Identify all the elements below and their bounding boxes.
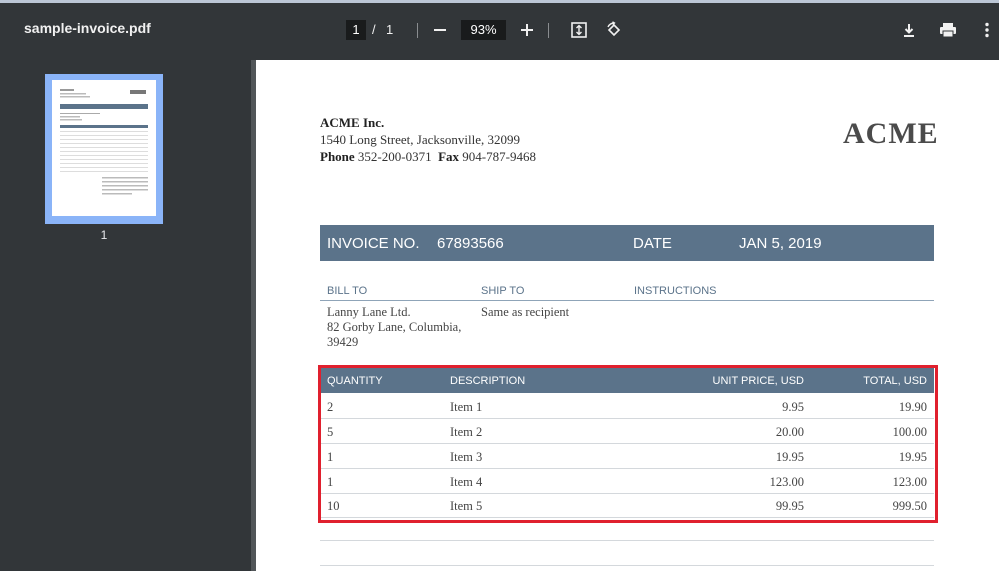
page-separator: / <box>372 22 376 37</box>
fit-page-icon <box>571 22 587 38</box>
cell-total: 19.90 <box>898 400 927 414</box>
document-title: sample-invoice.pdf <box>24 20 151 36</box>
zoom-in-button[interactable] <box>515 18 539 42</box>
minus-icon <box>434 29 446 31</box>
invoice-no-value: 67893566 <box>437 235 504 252</box>
company-logo: ACME <box>843 117 939 150</box>
cell-quantity: 1 <box>327 475 334 489</box>
fax-label: Fax <box>438 149 460 164</box>
cell-quantity: 5 <box>327 425 334 439</box>
table-divider <box>320 565 934 566</box>
toolbar-divider <box>417 23 418 38</box>
print-icon <box>940 23 956 38</box>
page-thumbnail[interactable] <box>52 80 156 216</box>
bill-to-heading: BILL TO <box>327 285 368 297</box>
table-row: 1 Item 4 123.00 123.00 <box>320 469 934 494</box>
table-divider <box>320 540 934 541</box>
zoom-level-input[interactable]: 93% <box>461 20 506 40</box>
phone-value: 352-200-0371 <box>357 149 432 164</box>
cell-unit-price: 99.95 <box>775 499 804 513</box>
fit-to-page-button[interactable] <box>567 18 591 42</box>
phone-label: Phone <box>320 149 355 164</box>
cell-description: Item 5 <box>450 499 483 513</box>
table-header-row: QUANTITY DESCRIPTION UNIT PRICE, USD TOT… <box>320 367 934 393</box>
cell-description: Item 2 <box>450 425 483 439</box>
more-vertical-icon <box>985 22 989 38</box>
table-row: 1 Item 3 19.95 19.95 <box>320 444 934 469</box>
fax-value: 904-787-9468 <box>462 149 536 164</box>
line-items-table: QUANTITY DESCRIPTION UNIT PRICE, USD TOT… <box>320 367 934 519</box>
zoom-out-button[interactable] <box>428 18 452 42</box>
column-header-unit-price: UNIT PRICE, USD <box>712 375 804 387</box>
download-icon <box>904 24 914 37</box>
toolbar-divider <box>548 23 549 38</box>
bill-to-line: Lanny Lane Ltd. <box>327 305 411 319</box>
cell-unit-price: 123.00 <box>769 475 804 489</box>
invoice-header-band: INVOICE NO. 67893566 DATE JAN 5, 2019 <box>320 225 934 261</box>
date-value: JAN 5, 2019 <box>739 235 822 252</box>
invoice-no-label: INVOICE NO. <box>327 235 420 252</box>
column-header-total: TOTAL, USD <box>863 375 927 387</box>
column-header-quantity: QUANTITY <box>327 375 383 387</box>
company-block: ACME Inc. 1540 Long Street, Jacksonville… <box>320 114 536 165</box>
cell-quantity: 2 <box>327 400 334 414</box>
ship-to-address: Same as recipient <box>481 305 570 319</box>
pdf-toolbar: sample-invoice.pdf 1 / 1 93% <box>0 3 999 60</box>
plus-icon <box>521 24 533 36</box>
address-divider <box>320 300 934 301</box>
more-options-button[interactable] <box>975 18 999 42</box>
cell-unit-price: 9.95 <box>782 400 804 414</box>
cell-description: Item 4 <box>450 475 483 489</box>
bill-to-line: 82 Gorby Lane, Columbia, <box>327 320 462 334</box>
thumbnail-page-number: 1 <box>100 228 108 242</box>
cell-quantity: 10 <box>327 499 340 513</box>
company-name: ACME Inc. <box>320 115 385 130</box>
cell-unit-price: 19.95 <box>775 450 804 464</box>
table-row: 2 Item 1 9.95 19.90 <box>320 394 934 419</box>
company-address: 1540 Long Street, Jacksonville, 32099 <box>320 132 521 147</box>
cell-description: Item 1 <box>450 400 483 414</box>
ship-to-heading: SHIP TO <box>481 285 525 297</box>
table-row: 5 Item 2 20.00 100.00 <box>320 419 934 444</box>
cell-total: 123.00 <box>892 475 927 489</box>
table-row: 10 Item 5 99.95 999.50 <box>320 493 934 518</box>
cell-total: 100.00 <box>892 425 927 439</box>
thumbnail-preview-icon <box>60 89 148 195</box>
bill-to-address: Lanny Lane Ltd. 82 Gorby Lane, Columbia,… <box>327 305 461 350</box>
instructions-heading: INSTRUCTIONS <box>634 285 717 297</box>
cell-quantity: 1 <box>327 450 334 464</box>
download-button[interactable] <box>897 18 921 42</box>
cell-unit-price: 20.00 <box>775 425 804 439</box>
column-header-description: DESCRIPTION <box>450 375 526 387</box>
date-label: DATE <box>633 235 672 252</box>
rotate-button[interactable] <box>602 18 626 42</box>
cell-total: 19.95 <box>898 450 927 464</box>
page-number-input[interactable]: 1 <box>346 20 366 40</box>
cell-total: 999.50 <box>892 499 927 513</box>
bill-to-line: 39429 <box>327 335 359 349</box>
cell-description: Item 3 <box>450 450 483 464</box>
page-total: 1 <box>386 22 394 37</box>
print-button[interactable] <box>936 18 960 42</box>
rotate-icon <box>607 21 621 37</box>
